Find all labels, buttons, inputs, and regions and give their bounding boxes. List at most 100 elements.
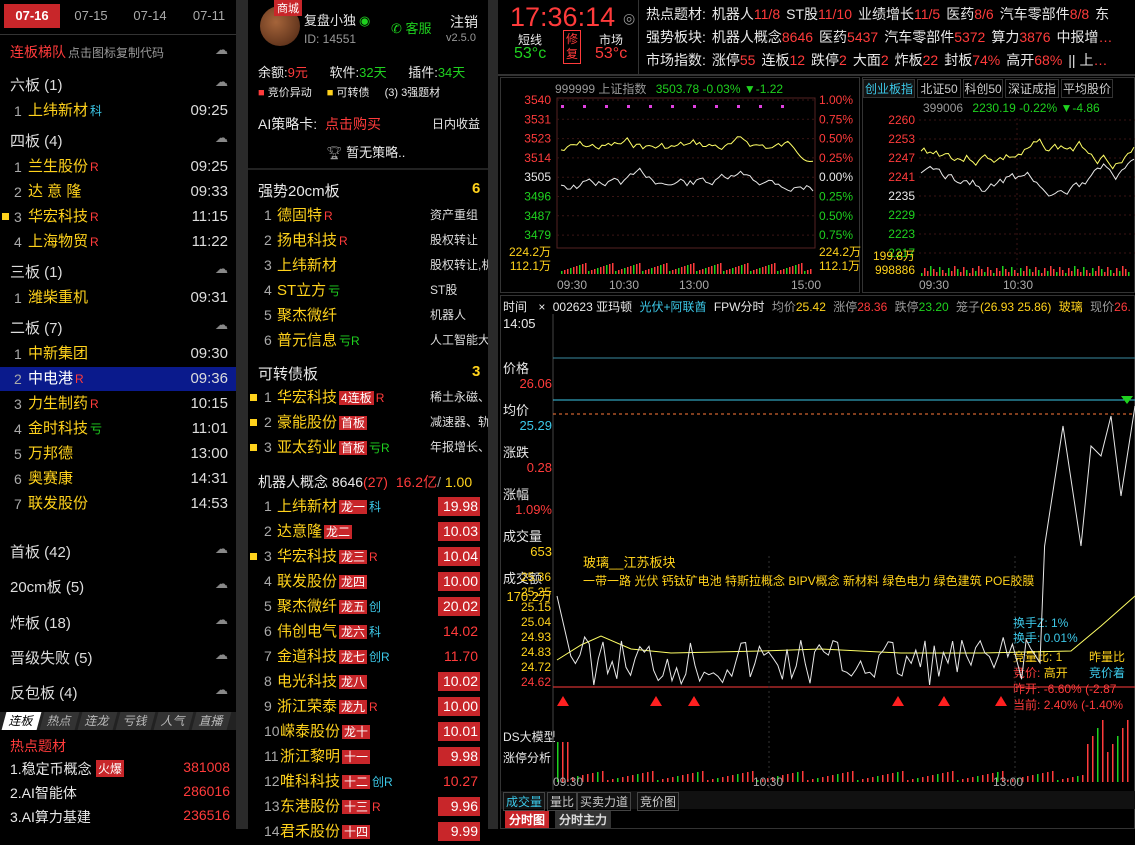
cloud-download-icon[interactable]: ☁ bbox=[215, 576, 228, 592]
ladder-stock-row[interactable]: 1 上纬新材科 09:25 bbox=[0, 99, 236, 123]
board-summary-label[interactable]: 20cm板 (5) bbox=[10, 576, 84, 597]
info-item[interactable]: 涨停55 bbox=[712, 52, 756, 68]
buy-signal-icon[interactable] bbox=[650, 696, 662, 706]
stock-row[interactable]: 1 上纬新材 龙一科 19.98 bbox=[248, 494, 488, 519]
stock-row[interactable]: 4 联发股份 龙四 10.00 bbox=[248, 569, 488, 594]
info-item[interactable]: 炸板22 bbox=[895, 52, 939, 68]
cloud-download-icon[interactable]: ☁ bbox=[215, 261, 228, 277]
stock-row[interactable]: 11 浙江黎明 十一 9.98 bbox=[248, 744, 488, 769]
info-item[interactable]: 医药8/6 bbox=[946, 6, 993, 22]
ladder-stock-row[interactable]: 1 兰生股份 R 09:25 bbox=[0, 155, 236, 179]
buy-signal-icon[interactable] bbox=[995, 696, 1007, 706]
stock-row[interactable]: 2 扬电科技 R 股权转让 bbox=[248, 228, 488, 253]
ladder-stock-row[interactable]: 5 万邦德 13:00 bbox=[0, 442, 236, 466]
stock-row[interactable]: 10 嵘泰股份 龙十 10.01 bbox=[248, 719, 488, 744]
stock-row[interactable]: 6 伟创电气 龙六科 14.02 bbox=[248, 619, 488, 644]
board-group-label[interactable]: 六板 (1) bbox=[10, 74, 63, 95]
logout-button[interactable]: 注销 bbox=[450, 12, 478, 32]
shanghai-index-chart[interactable]: 999999 上证指数 3503.78 -0.03% ▼-1.22 3540 1.… bbox=[500, 77, 861, 293]
info-item[interactable]: 汽车零部件5372 bbox=[884, 29, 985, 45]
left-tab[interactable]: 亏钱 bbox=[115, 712, 156, 730]
settings-icon[interactable]: ◎ bbox=[623, 10, 635, 27]
date-tab[interactable]: 07-15 bbox=[63, 4, 119, 28]
info-item[interactable]: 机器人11/8 bbox=[712, 6, 780, 22]
info-item[interactable]: 医药5437 bbox=[819, 29, 878, 45]
cloud-download-icon[interactable]: ☁ bbox=[215, 317, 228, 333]
splitter[interactable] bbox=[488, 0, 498, 829]
date-tab[interactable]: 07-16 bbox=[4, 4, 60, 28]
date-tab[interactable]: 07-14 bbox=[122, 4, 178, 28]
stock-row[interactable]: 3 华宏科技 龙三 R 10.04 bbox=[248, 544, 488, 569]
hot-topic-row[interactable]: 1.稳定币概念 火爆 381008 bbox=[0, 759, 236, 781]
info-item[interactable]: ST股11/10 bbox=[786, 6, 852, 22]
cloud-download-icon[interactable]: ☁ bbox=[215, 647, 228, 663]
info-item[interactable]: 机器人概念8646 bbox=[712, 29, 813, 45]
left-tab[interactable]: 连板 bbox=[1, 712, 42, 730]
board-summary-label[interactable]: 首板 (42) bbox=[10, 541, 71, 562]
indicator-tab[interactable]: 竞价图 bbox=[637, 792, 680, 811]
splitter[interactable] bbox=[236, 0, 248, 829]
stock-intraday-chart[interactable]: 时间 × 002623 亚玛顿 光伏+阿联酋 FPW分时 均价25.42 涨停2… bbox=[500, 295, 1135, 829]
hot-topic-row[interactable]: 3.AI算力基建 236516 bbox=[0, 807, 236, 829]
cloud-download-icon[interactable]: ☁ bbox=[215, 130, 228, 146]
buy-signal-icon[interactable] bbox=[557, 696, 569, 706]
mall-badge[interactable]: 商城 bbox=[274, 0, 302, 16]
info-item[interactable]: 汽车零部件8/8 bbox=[1000, 6, 1089, 22]
date-tab[interactable]: 07-11 bbox=[181, 4, 237, 28]
left-tab[interactable]: 连龙 bbox=[77, 712, 118, 730]
ladder-stock-row[interactable]: 3 华宏科技 R 11:15 bbox=[0, 205, 236, 229]
stock-row[interactable]: 3 亚太药业 首板 亏R 年报增长、 bbox=[248, 435, 488, 460]
stock-row[interactable]: 12 唯科科技 十二 创R 10.27 bbox=[248, 769, 488, 794]
stock-row[interactable]: 5 聚杰微纤 机器人 bbox=[248, 303, 488, 328]
ladder-stock-row[interactable]: 2 达 意 隆 09:33 bbox=[0, 180, 236, 204]
hot-topic-row[interactable]: 2.AI智能体 286016 bbox=[0, 783, 236, 805]
stock-row[interactable]: 7 金道科技 龙七 创R 11.70 bbox=[248, 644, 488, 669]
cloud-download-icon[interactable]: ☁ bbox=[215, 74, 228, 90]
ladder-stock-row[interactable]: 1 潍柴重机 09:31 bbox=[0, 286, 236, 310]
stock-row[interactable]: 2 豪能股份 首板 减速器、轨 bbox=[248, 410, 488, 435]
board-group-label[interactable]: 四板 (4) bbox=[10, 130, 63, 151]
info-item[interactable]: 高开68% bbox=[1006, 52, 1062, 68]
stock-row[interactable]: 1 华宏科技 4连板 R 稀土永磁、 bbox=[248, 385, 488, 410]
ladder-stock-row[interactable]: 6 奥赛康 14:31 bbox=[0, 467, 236, 491]
cloud-download-icon[interactable]: ☁ bbox=[215, 42, 228, 58]
stock-row[interactable]: 14 君禾股份 十四 9.99 bbox=[248, 819, 488, 844]
buy-signal-icon[interactable] bbox=[688, 696, 700, 706]
cloud-download-icon[interactable]: ☁ bbox=[215, 541, 228, 557]
info-item[interactable]: || 上… bbox=[1068, 52, 1107, 68]
stock-row[interactable]: 2 达意隆 龙二 10.03 bbox=[248, 519, 488, 544]
cloud-download-icon[interactable]: ☁ bbox=[215, 682, 228, 698]
info-item[interactable]: 跌停2 bbox=[811, 52, 847, 68]
stock-row[interactable]: 8 电光科技 龙八 10.02 bbox=[248, 669, 488, 694]
info-item[interactable]: 中报增… bbox=[1057, 29, 1113, 45]
indicator-tab[interactable]: 量比 bbox=[547, 792, 578, 811]
customer-service-button[interactable]: ✆ 客服 bbox=[391, 18, 432, 37]
indicator-tab[interactable]: 成交量 bbox=[503, 792, 546, 811]
chart-mode-tab[interactable]: 分时主力 bbox=[555, 811, 612, 828]
indicator-tab[interactable]: 买卖力道 bbox=[577, 792, 632, 811]
board-summary-label[interactable]: 反包板 (4) bbox=[10, 682, 78, 703]
chart-mode-tab[interactable]: 分时图 bbox=[505, 811, 550, 828]
ladder-stock-row[interactable]: 4 金时科技亏 11:01 bbox=[0, 417, 236, 441]
left-tab[interactable]: 直播 bbox=[191, 712, 232, 730]
board-summary-label[interactable]: 晋级失败 (5) bbox=[10, 647, 93, 668]
stock-row[interactable]: 6 普元信息 亏R 人工智能大 bbox=[248, 328, 488, 353]
ladder-stock-row[interactable]: 2 中电港 R 09:36 bbox=[0, 367, 236, 391]
info-item[interactable]: 算力3876 bbox=[991, 29, 1050, 45]
info-item[interactable]: 业绩增长11/5 bbox=[858, 6, 940, 22]
stock-row[interactable]: 1 德固特 R 资产重组 bbox=[248, 203, 488, 228]
board-summary-label[interactable]: 炸板 (18) bbox=[10, 612, 71, 633]
buy-link[interactable]: 点击购买 bbox=[325, 116, 381, 132]
info-item[interactable]: 封板74% bbox=[944, 52, 1000, 68]
ladder-stock-row[interactable]: 4 上海物贸 R 11:22 bbox=[0, 230, 236, 254]
stock-row[interactable]: 5 聚杰微纤 龙五创 20.02 bbox=[248, 594, 488, 619]
stock-row[interactable]: 9 浙江荣泰 龙九 R 10.00 bbox=[248, 694, 488, 719]
cloud-download-icon[interactable]: ☁ bbox=[215, 612, 228, 628]
ladder-stock-row[interactable]: 1 中新集团 09:30 bbox=[0, 342, 236, 366]
info-item[interactable]: 大面2 bbox=[853, 52, 889, 68]
info-item[interactable]: 连板12 bbox=[761, 52, 805, 68]
buy-signal-icon[interactable] bbox=[892, 696, 904, 706]
info-item[interactable]: 东 bbox=[1095, 6, 1109, 22]
stock-row[interactable]: 13 东港股份 十三 R 9.96 bbox=[248, 794, 488, 819]
board-group-label[interactable]: 二板 (7) bbox=[10, 317, 63, 338]
